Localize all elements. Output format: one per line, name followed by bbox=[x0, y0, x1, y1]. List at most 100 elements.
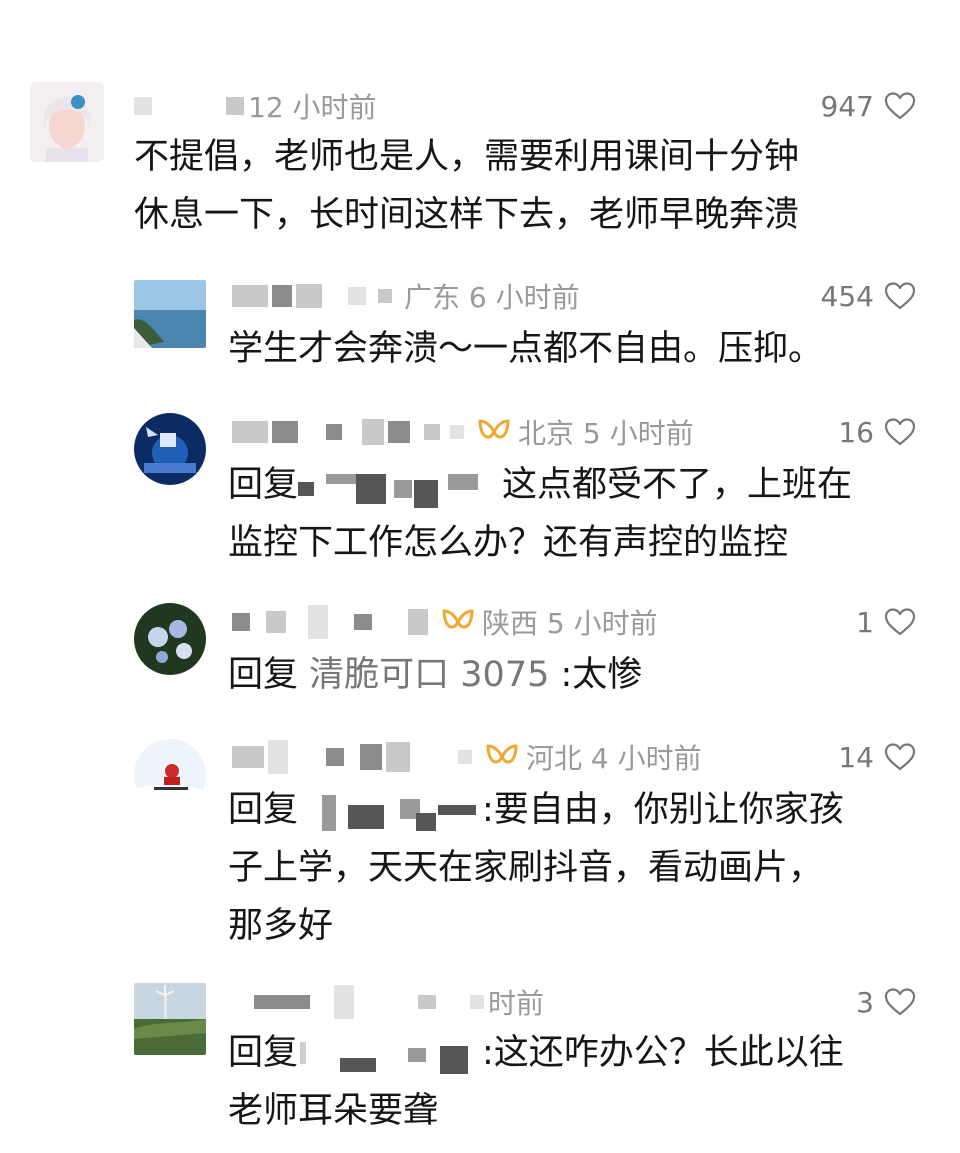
like-button[interactable]: 947 bbox=[821, 86, 916, 126]
like-count: 14 bbox=[838, 740, 874, 774]
comment-text: 不提倡，老师也是人，需要利用课间十分钟 休息一下，长时间这样下去，老师早晚奔溃 bbox=[134, 128, 799, 244]
masked-username bbox=[308, 605, 328, 639]
comment-line: 学生才会奔溃～一点都不自由。压抑。 bbox=[228, 329, 824, 369]
heart-icon bbox=[884, 987, 916, 1017]
comment-line-first: :太惨 bbox=[560, 655, 643, 695]
like-count: 947 bbox=[820, 89, 874, 123]
badge-icon bbox=[484, 742, 520, 772]
comment-time: 5 小时前 bbox=[546, 607, 658, 640]
avatar[interactable] bbox=[134, 739, 206, 811]
badge-icon bbox=[476, 417, 512, 447]
masked-username bbox=[360, 744, 382, 770]
comment-meta: 北京 5 小时前 bbox=[232, 412, 694, 452]
comment-location: 陕西 bbox=[482, 607, 539, 640]
comment-meta: 12 小时前 bbox=[134, 86, 377, 126]
comment-line: 回复 这点都受不了，上班在 bbox=[228, 456, 852, 514]
avatar[interactable] bbox=[30, 82, 104, 162]
masked-reply-target bbox=[298, 466, 492, 508]
masked-username bbox=[232, 613, 250, 631]
masked-reply-target bbox=[298, 1034, 482, 1074]
masked-username bbox=[134, 97, 152, 115]
masked-username bbox=[232, 746, 264, 768]
masked-username bbox=[348, 287, 366, 305]
masked-username bbox=[296, 284, 322, 308]
reply-prefix: 回复 bbox=[228, 1033, 299, 1073]
reply-target[interactable]: 清脆可口 3075 bbox=[309, 655, 549, 695]
comment-time: 4 小时前 bbox=[590, 742, 702, 775]
comment-line: 监控下工作怎么办？还有声控的监控 bbox=[228, 523, 789, 563]
masked-username bbox=[334, 985, 354, 1019]
heart-icon bbox=[884, 742, 916, 772]
like-count: 1 bbox=[856, 605, 874, 639]
masked-username bbox=[272, 285, 292, 307]
comment-location: 河北 bbox=[526, 742, 583, 775]
heart-icon bbox=[884, 607, 916, 637]
masked-username bbox=[362, 419, 384, 445]
masked-username bbox=[254, 995, 310, 1009]
masked-reply-target bbox=[298, 791, 482, 831]
masked-username bbox=[268, 740, 288, 774]
comment-line: 回复 清脆可口 3075 :太惨 bbox=[228, 646, 642, 704]
comment-line-first: :要自由，你别让你家孩 bbox=[482, 790, 844, 830]
reply-prefix: 回复 bbox=[228, 465, 299, 505]
like-count: 3 bbox=[856, 985, 874, 1019]
reply-prefix: 回复 bbox=[228, 655, 299, 695]
masked-username bbox=[266, 611, 286, 633]
masked-username bbox=[424, 424, 440, 440]
masked-username bbox=[354, 614, 372, 630]
comment-line-first: 这点都受不了，上班在 bbox=[502, 465, 853, 505]
comment-meta: 陕西 5 小时前 bbox=[232, 602, 658, 642]
comment-meta: 广东 6 小时前 bbox=[232, 276, 580, 316]
comment-meta: 河北 4 小时前 bbox=[232, 737, 702, 777]
like-button[interactable]: 3 bbox=[856, 982, 916, 1022]
comment-line: 那多好 bbox=[228, 906, 334, 946]
comment-meta: 时前 bbox=[232, 982, 544, 1022]
comment-time: 12 小时前 bbox=[248, 91, 377, 124]
comment-text: 回复 这点都受不了，上班在 监控下工作怎么办？还有声控的监控 bbox=[228, 456, 852, 572]
masked-username bbox=[388, 421, 410, 443]
masked-username bbox=[458, 750, 472, 764]
comment-line: 回复 :这还咋办公？长此以往 bbox=[228, 1024, 844, 1082]
masked-username bbox=[326, 424, 342, 440]
comment-text: 回复 清脆可口 3075 :太惨 bbox=[228, 646, 642, 704]
comment-time: 6 小时前 bbox=[468, 281, 580, 314]
comment-line: 回复 :要自由，你别让你家孩 bbox=[228, 781, 844, 839]
comment-line: 老师耳朵要聋 bbox=[228, 1091, 439, 1131]
masked-username bbox=[226, 97, 244, 115]
comment-time: 时前 bbox=[488, 987, 545, 1020]
reply-prefix: 回复 bbox=[228, 790, 299, 830]
comment-line-first: :这还咋办公？长此以往 bbox=[482, 1033, 844, 1073]
comment-text: 回复 :要自由，你别让你家孩 子上学，天天在家刷抖音，看动画片， 那多好 bbox=[228, 781, 844, 955]
like-button[interactable]: 16 bbox=[838, 412, 916, 452]
comment-text: 学生才会奔溃～一点都不自由。压抑。 bbox=[228, 320, 823, 378]
like-count: 16 bbox=[838, 415, 874, 449]
comment-location: 北京 bbox=[518, 417, 575, 450]
masked-username bbox=[470, 995, 484, 1009]
avatar[interactable] bbox=[134, 413, 206, 485]
masked-username bbox=[272, 421, 298, 443]
heart-icon bbox=[884, 417, 916, 447]
masked-username bbox=[232, 421, 268, 443]
heart-icon bbox=[884, 281, 916, 311]
like-button[interactable]: 454 bbox=[821, 276, 916, 316]
like-count: 454 bbox=[820, 279, 874, 313]
comment-time: 5 小时前 bbox=[582, 417, 694, 450]
like-button[interactable]: 1 bbox=[856, 602, 916, 642]
avatar[interactable] bbox=[134, 280, 206, 348]
comment-line: 子上学，天天在家刷抖音，看动画片， bbox=[228, 848, 824, 888]
masked-username bbox=[378, 289, 392, 303]
masked-username bbox=[408, 609, 428, 635]
like-button[interactable]: 14 bbox=[838, 737, 916, 777]
badge-icon bbox=[440, 607, 476, 637]
heart-icon bbox=[884, 91, 916, 121]
avatar[interactable] bbox=[134, 983, 206, 1055]
masked-username bbox=[232, 285, 268, 307]
masked-username bbox=[450, 425, 464, 439]
masked-username bbox=[418, 995, 436, 1009]
comment-text: 回复 :这还咋办公？长此以往 老师耳朵要聋 bbox=[228, 1024, 844, 1140]
masked-username bbox=[386, 742, 410, 772]
masked-username bbox=[326, 748, 344, 766]
comment-line: 休息一下，长时间这样下去，老师早晚奔溃 bbox=[134, 195, 800, 235]
avatar[interactable] bbox=[134, 603, 206, 675]
comment-line: 不提倡，老师也是人，需要利用课间十分钟 bbox=[134, 137, 800, 177]
